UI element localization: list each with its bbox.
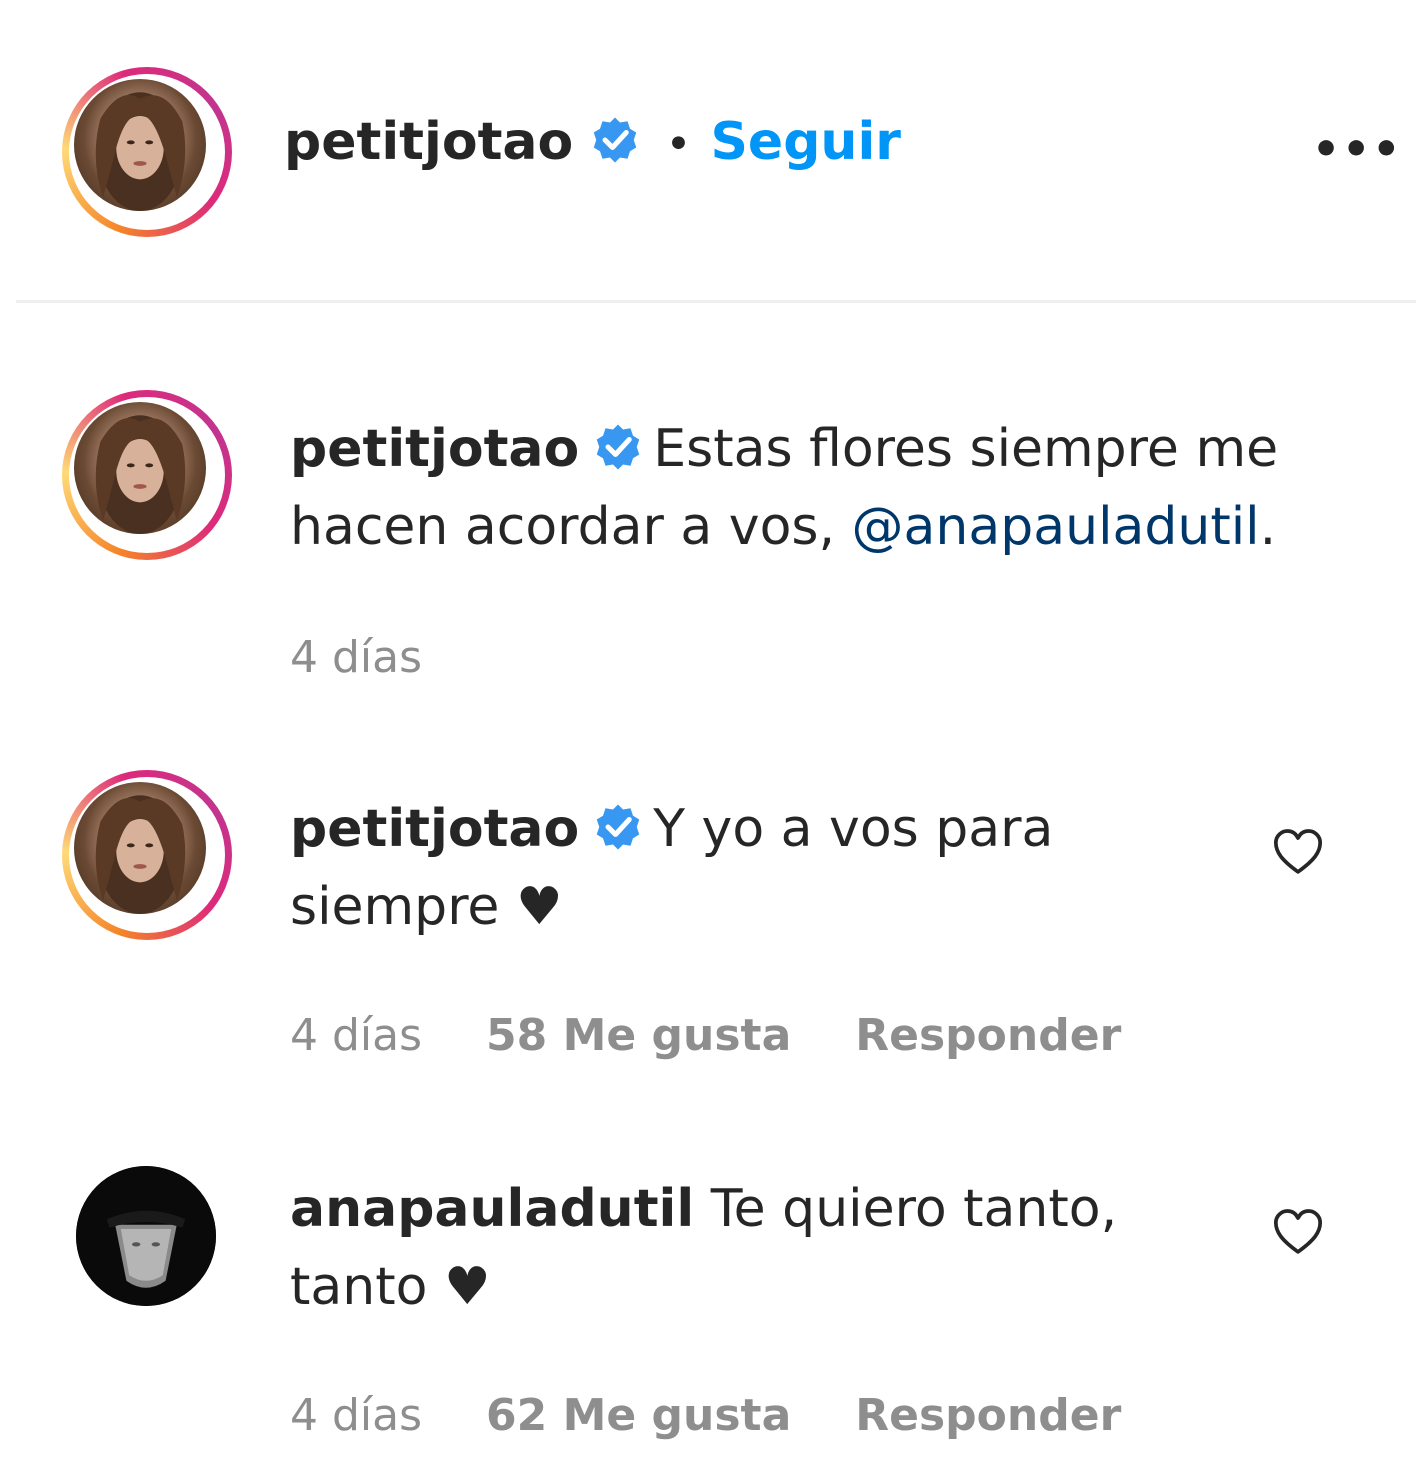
comment-meta: 4 días 58 Me gusta Responder [290,1010,1171,1061]
caption-body: petitjotao Estas flores siempre me hacen… [290,410,1290,566]
comment-username[interactable]: petitjotao [290,799,579,859]
avatar-photo [74,402,206,534]
heart-icon[interactable] [1270,1204,1326,1260]
caption-username[interactable]: petitjotao [290,419,579,479]
mention-link[interactable]: @anapauladutil [852,497,1260,557]
header-avatar[interactable] [62,67,232,237]
comment-likes[interactable]: 58 Me gusta [486,1010,791,1061]
comment-avatar[interactable] [62,770,232,940]
reply-button[interactable]: Responder [855,1010,1121,1061]
avatar-photo [76,1166,216,1306]
caption-trailing: . [1259,497,1277,557]
header-divider [16,300,1416,303]
caption-avatar[interactable] [62,390,232,560]
comment-body: anapauladutil Te quiero tanto, tanto ♥ [290,1170,1150,1326]
verified-badge-icon [597,424,640,470]
comment-time[interactable]: 4 días [290,1390,422,1441]
comment-avatar[interactable] [76,1166,216,1306]
verified-badge-icon [594,117,637,163]
avatar-photo [74,782,206,914]
comment-body: petitjotao Y yo a vos para siempre ♥ [290,790,1090,946]
comment-meta: 4 días 62 Me gusta Responder [290,1390,1171,1441]
reply-button[interactable]: Responder [855,1390,1121,1441]
caption-time[interactable]: 4 días [290,632,422,683]
follow-button[interactable]: Seguir [710,112,900,172]
header-username[interactable]: petitjotao [284,112,573,172]
verified-badge-icon [597,804,640,850]
comment-likes[interactable]: 62 Me gusta [486,1390,791,1441]
comment-time[interactable]: 4 días [290,1010,422,1061]
more-options-icon[interactable]: ••• [1312,124,1402,175]
comment-username[interactable]: anapauladutil [290,1179,694,1239]
separator-dot: • [665,119,692,170]
avatar-photo [74,79,206,211]
heart-icon[interactable] [1270,824,1326,880]
caption-meta: 4 días [290,632,472,683]
